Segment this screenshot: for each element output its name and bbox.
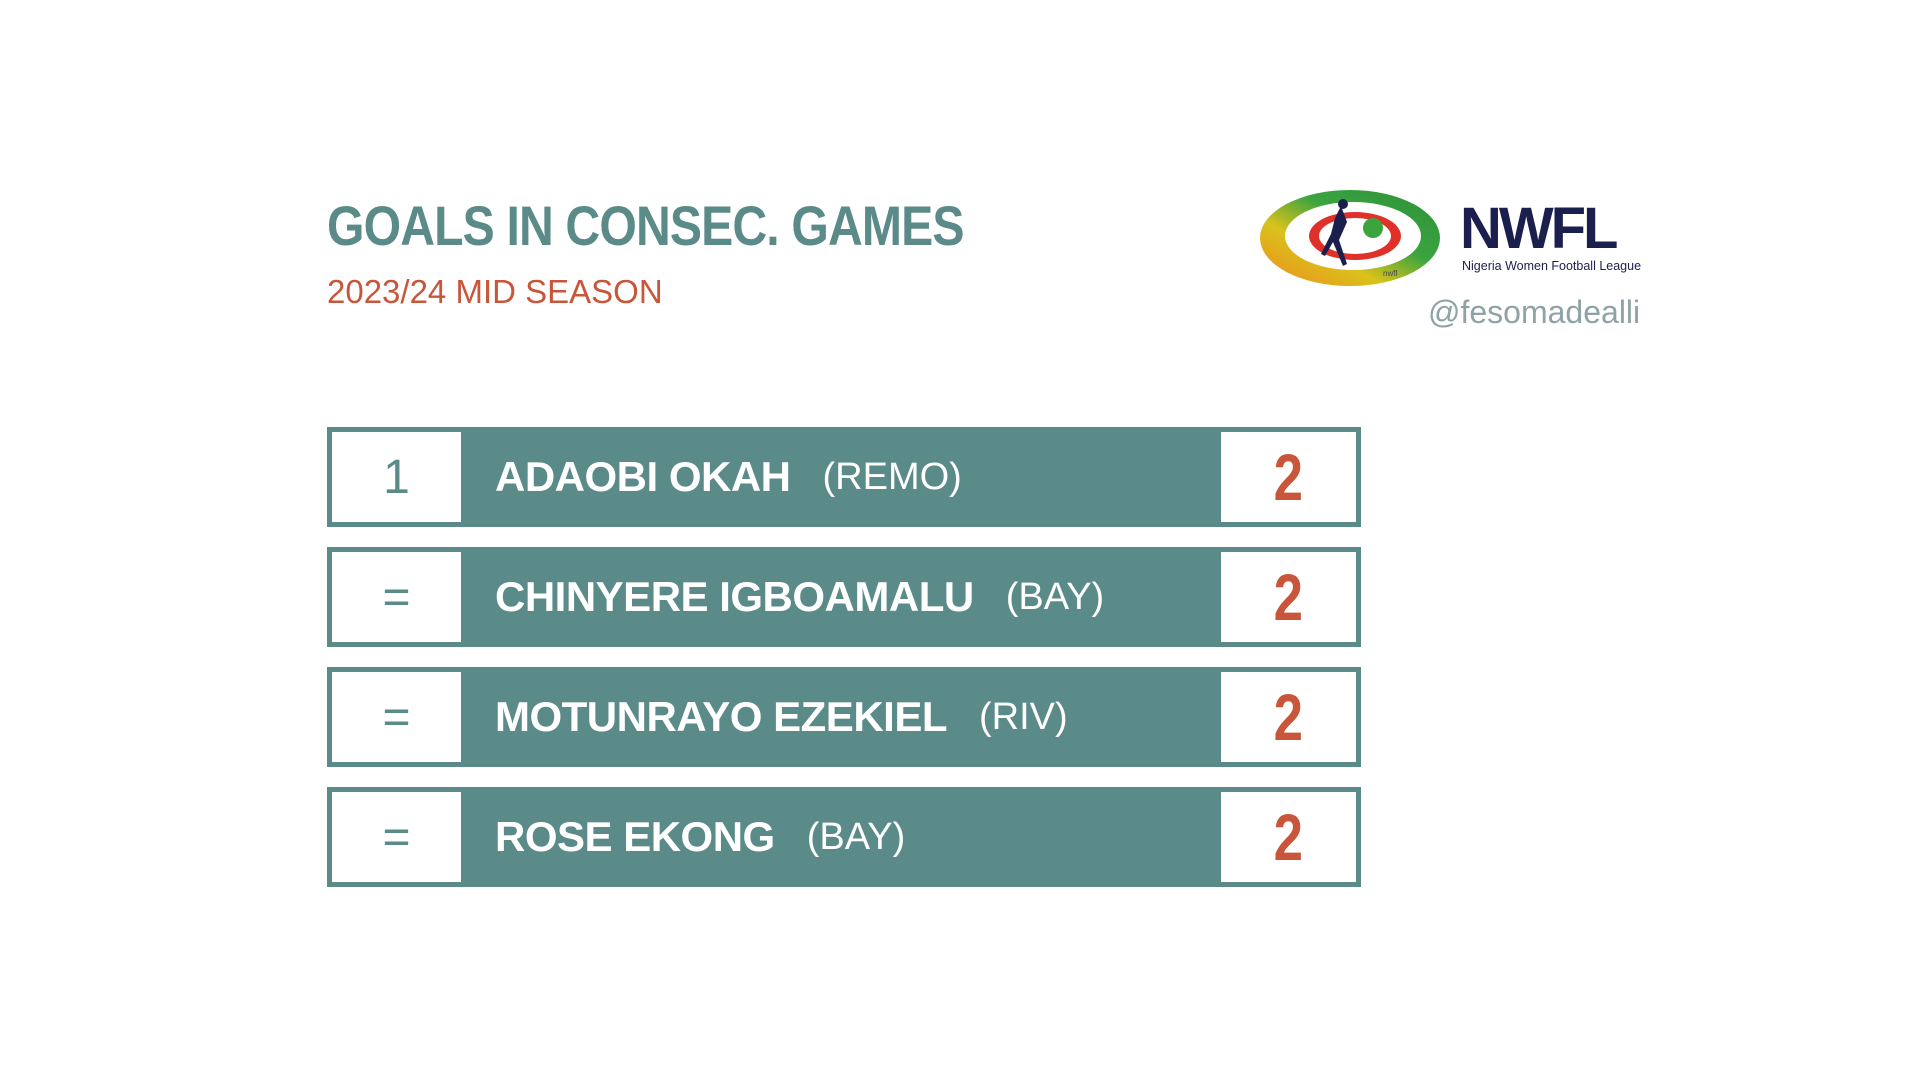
- player-cell: ADAOBI OKAH (REMO): [495, 427, 962, 527]
- rank-cell: =: [332, 552, 461, 642]
- goals-value: 2: [1273, 680, 1304, 754]
- goals-cell: 2: [1221, 432, 1356, 522]
- nwfl-wordmark: NWFL: [1460, 196, 1617, 261]
- rank-cell: =: [332, 672, 461, 762]
- leaderboard-row: 1 ADAOBI OKAH (REMO) 2: [327, 427, 1361, 527]
- player-name: CHINYERE IGBOAMALU: [495, 573, 974, 620]
- rank-cell: =: [332, 792, 461, 882]
- rank-cell: 1: [332, 432, 461, 522]
- goals-cell: 2: [1221, 552, 1356, 642]
- football-emblem-icon: nwfl: [1260, 190, 1440, 286]
- leaderboard-row: = MOTUNRAYO EZEKIEL (RIV) 2: [327, 667, 1361, 767]
- goals-cell: 2: [1221, 672, 1356, 762]
- goals-value: 2: [1273, 440, 1304, 514]
- leaderboard: 1 ADAOBI OKAH (REMO) 2 = CHINYERE IGBOAM…: [327, 427, 1361, 907]
- player-name: ROSE EKONG: [495, 813, 775, 860]
- social-handle: @fesomadealli: [1428, 294, 1641, 330]
- nwfl-logo: nwfl NWFL Nigeria Women Football League: [1260, 190, 1641, 286]
- player-team: (BAY): [1005, 575, 1105, 618]
- leaderboard-row: = ROSE EKONG (BAY) 2: [327, 787, 1361, 887]
- page-title: GOALS IN CONSEC. GAMES: [327, 194, 965, 257]
- player-team: (REMO): [822, 455, 962, 498]
- nwfl-tagline: Nigeria Women Football League: [1462, 259, 1641, 273]
- goals-cell: 2: [1221, 792, 1356, 882]
- svg-text:nwfl: nwfl: [1383, 269, 1397, 278]
- leaderboard-row: = CHINYERE IGBOAMALU (BAY) 2: [327, 547, 1361, 647]
- player-cell: ROSE EKONG (BAY): [495, 787, 905, 887]
- player-name: ADAOBI OKAH: [495, 453, 791, 500]
- player-team: (RIV): [978, 695, 1068, 738]
- goals-value: 2: [1273, 560, 1304, 634]
- player-name: MOTUNRAYO EZEKIEL: [495, 693, 947, 740]
- goals-value: 2: [1273, 800, 1304, 874]
- player-team: (BAY): [806, 815, 906, 858]
- player-cell: CHINYERE IGBOAMALU (BAY): [495, 547, 1104, 647]
- page-subtitle: 2023/24 MID SEASON: [327, 273, 663, 310]
- player-cell: MOTUNRAYO EZEKIEL (RIV): [495, 667, 1068, 767]
